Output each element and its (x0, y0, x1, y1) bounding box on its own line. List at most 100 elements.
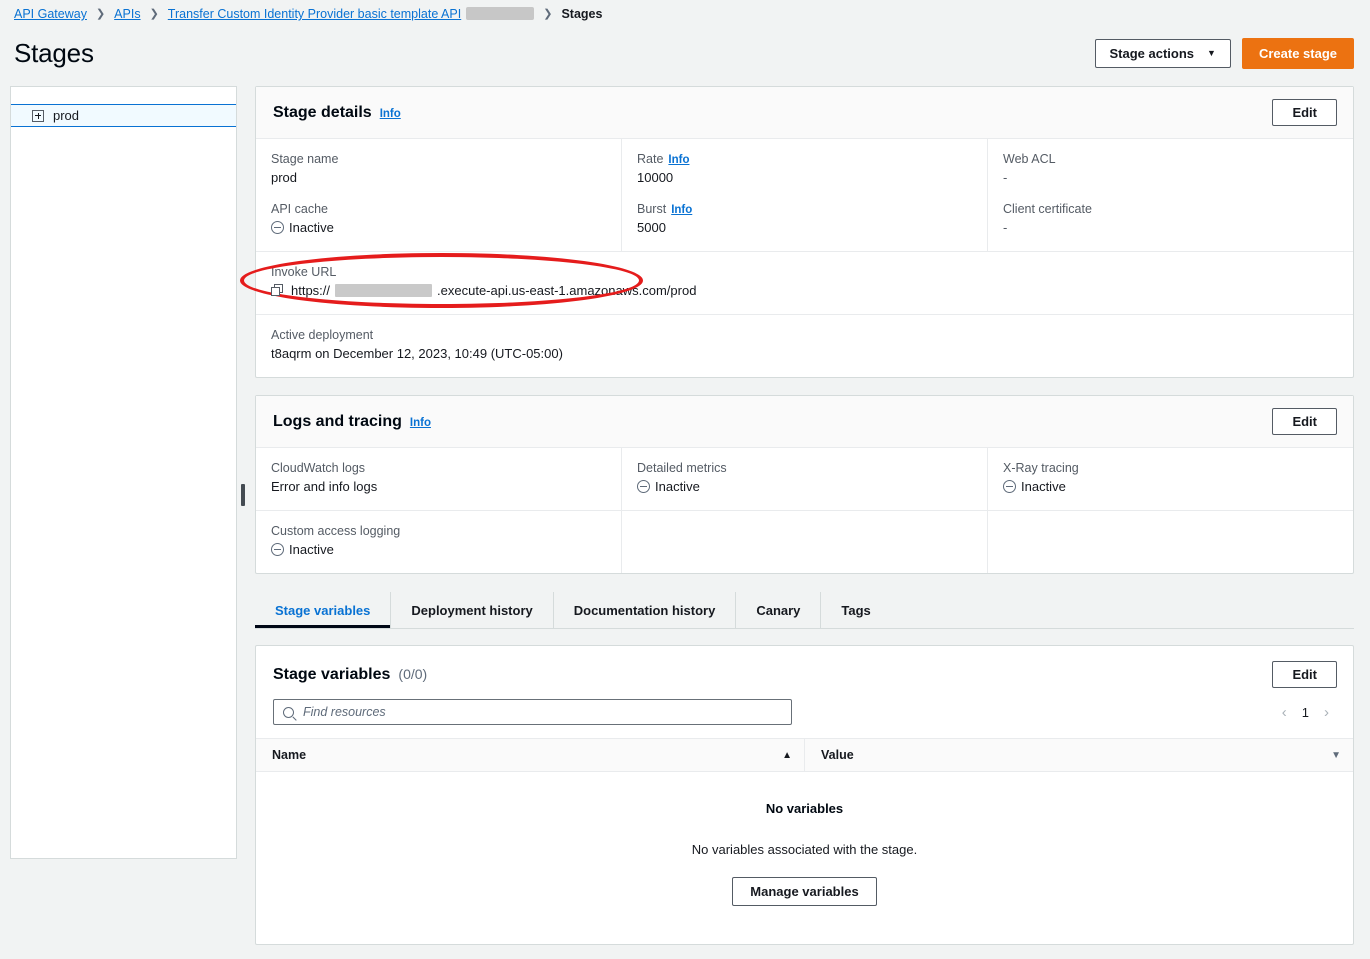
logs-and-tracing-header: Logs and tracing Info Edit (256, 396, 1353, 448)
cloudwatch-logs-col: CloudWatch logs Error and info logs (256, 448, 622, 510)
pagination-page-1[interactable]: 1 (1300, 705, 1311, 720)
field-detailed-metrics: Detailed metrics Inactive (637, 461, 970, 494)
manage-variables-button[interactable]: Manage variables (732, 877, 876, 906)
client-certificate-label: Client certificate (1003, 202, 1336, 216)
stage-details-title-group: Stage details Info (273, 104, 401, 122)
sidebar-item-prod[interactable]: prod (11, 104, 236, 127)
logs-and-tracing-title: Logs and tracing (273, 413, 402, 431)
page-title: Stages (14, 38, 94, 69)
column-header-value[interactable]: Value ▼ (805, 739, 1354, 772)
logs-and-tracing-title-group: Logs and tracing Info (273, 413, 431, 431)
xray-tracing-label: X-Ray tracing (1003, 461, 1336, 475)
active-deployment-label: Active deployment (271, 328, 1336, 342)
breadcrumb-api-name-text: Transfer Custom Identity Provider basic … (168, 7, 461, 21)
table-header-row: Name ▲ Value ▼ (256, 739, 1353, 772)
logs-row-2-spacer-a (622, 511, 988, 573)
stage-variables-toolbar: ‹ 1 › (256, 688, 1353, 738)
column-header-name[interactable]: Name ▲ (256, 739, 805, 772)
column-header-name-label: Name (272, 748, 306, 762)
stage-actions-button[interactable]: Stage actions ▼ (1095, 39, 1231, 68)
detailed-metrics-value-group: Inactive (637, 479, 970, 494)
rate-label-group: Rate Info (637, 152, 970, 166)
tab-tags[interactable]: Tags (821, 592, 890, 628)
xray-tracing-value-group: Inactive (1003, 479, 1336, 494)
expand-plus-icon[interactable] (32, 110, 44, 122)
api-cache-label: API cache (271, 202, 604, 216)
stages-sidebar: prod (10, 86, 237, 859)
tab-canary[interactable]: Canary (736, 592, 821, 628)
detailed-metrics-col: Detailed metrics Inactive (622, 448, 988, 510)
breadcrumb-separator-icon: ❯ (96, 9, 105, 20)
stage-variables-title-group: Stage variables (0/0) (273, 666, 427, 684)
stage-tabs: Stage variables Deployment history Docum… (255, 592, 1354, 629)
edit-logs-and-tracing-button[interactable]: Edit (1272, 408, 1337, 435)
breadcrumb-item-api-name[interactable]: Transfer Custom Identity Provider basic … (168, 7, 534, 21)
logs-row-1: CloudWatch logs Error and info logs Deta… (256, 448, 1353, 511)
burst-info-link[interactable]: Info (671, 204, 692, 216)
breadcrumb-item-apis[interactable]: APIs (114, 7, 140, 21)
custom-access-logging-value: Inactive (289, 542, 334, 557)
sidebar-splitter[interactable] (237, 86, 255, 945)
stage-details-header: Stage details Info Edit (256, 87, 1353, 139)
empty-state-cell: No variables No variables associated wit… (256, 772, 1353, 945)
edit-stage-variables-button[interactable]: Edit (1272, 661, 1337, 688)
stage-variables-table: Name ▲ Value ▼ (256, 738, 1353, 944)
tab-stage-variables[interactable]: Stage variables (255, 592, 391, 628)
search-input[interactable] (303, 705, 782, 719)
invoke-url-section: Invoke URL https://.execute-api.us-east-… (256, 252, 1353, 314)
stage-details-card: Stage details Info Edit Stage name prod … (255, 86, 1354, 378)
xray-tracing-col: X-Ray tracing Inactive (988, 448, 1353, 510)
field-cloudwatch-logs: CloudWatch logs Error and info logs (271, 461, 604, 494)
burst-label: Burst (637, 202, 666, 216)
pagination: ‹ 1 › (1282, 705, 1337, 720)
invoke-url-value-group: https://.execute-api.us-east-1.amazonaws… (271, 283, 1336, 298)
stage-name-value: prod (271, 170, 604, 185)
breadcrumb-item-api-gateway[interactable]: API Gateway (14, 7, 87, 21)
api-cache-value-group: Inactive (271, 220, 604, 235)
burst-value: 5000 (637, 220, 970, 235)
sort-descending-icon[interactable]: ▼ (1331, 750, 1341, 761)
inactive-status-icon (1003, 480, 1016, 493)
custom-access-logging-label: Custom access logging (271, 524, 604, 538)
field-stage-name: Stage name prod (271, 152, 604, 185)
custom-access-logging-col: Custom access logging Inactive (256, 511, 622, 573)
splitter-grip-icon[interactable] (241, 484, 245, 506)
sort-ascending-icon[interactable]: ▲ (782, 750, 792, 761)
stage-details-col-left: Stage name prod API cache Inactive (256, 139, 622, 251)
field-custom-access-logging: Custom access logging Inactive (271, 524, 604, 557)
tab-documentation-history[interactable]: Documentation history (554, 592, 737, 628)
edit-stage-details-button[interactable]: Edit (1272, 99, 1337, 126)
body-layout: prod Stage details Info Edit Stage name … (0, 86, 1370, 945)
logs-row-2: Custom access logging Inactive (256, 511, 1353, 573)
pagination-prev-icon[interactable]: ‹ (1282, 705, 1287, 720)
breadcrumb-item-stages: Stages (561, 7, 602, 21)
breadcrumb-separator-icon: ❯ (543, 9, 552, 20)
stage-details-col-middle: Rate Info 10000 Burst Info 5000 (622, 139, 988, 251)
stage-details-title: Stage details (273, 104, 372, 122)
field-burst: Burst Info 5000 (637, 202, 970, 235)
detailed-metrics-value: Inactive (655, 479, 700, 494)
detailed-metrics-label: Detailed metrics (637, 461, 970, 475)
rate-value: 10000 (637, 170, 970, 185)
stage-details-row-1: Stage name prod API cache Inactive (256, 139, 1353, 252)
rate-info-link[interactable]: Info (668, 154, 689, 166)
inactive-status-icon (271, 221, 284, 234)
page-header: Stages Stage actions ▼ Create stage (0, 28, 1370, 86)
table-body: No variables No variables associated wit… (256, 772, 1353, 945)
copy-icon[interactable] (271, 284, 284, 297)
field-xray-tracing: X-Ray tracing Inactive (1003, 461, 1336, 494)
stage-details-col-right: Web ACL - Client certificate - (988, 139, 1353, 251)
redacted-api-id (335, 284, 432, 297)
tab-deployment-history[interactable]: Deployment history (391, 592, 553, 628)
logs-and-tracing-info-link[interactable]: Info (410, 417, 431, 429)
search-box[interactable] (273, 699, 792, 725)
cloudwatch-logs-value: Error and info logs (271, 479, 604, 494)
invoke-url-suffix: .execute-api.us-east-1.amazonaws.com/pro… (437, 283, 696, 298)
stage-variables-count: (0/0) (398, 666, 427, 682)
empty-state-subtitle: No variables associated with the stage. (256, 842, 1353, 857)
pagination-next-icon[interactable]: › (1324, 705, 1329, 720)
cloudwatch-logs-label: CloudWatch logs (271, 461, 604, 475)
stage-details-info-link[interactable]: Info (380, 108, 401, 120)
create-stage-button[interactable]: Create stage (1242, 38, 1354, 69)
stage-variables-title: Stage variables (273, 666, 390, 684)
